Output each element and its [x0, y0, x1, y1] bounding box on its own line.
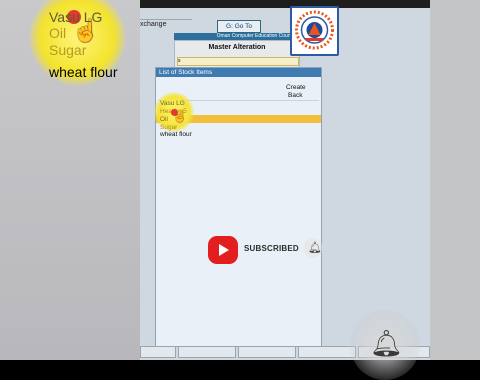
- subscribe-overlay[interactable]: SUBSCRIBED 🔔︎: [208, 233, 326, 267]
- top-bar: [140, 0, 430, 8]
- youtube-play-icon[interactable]: [208, 236, 238, 264]
- bell-glyph: 🔔︎: [308, 242, 322, 254]
- backdrop-line: Sugar: [49, 42, 87, 58]
- master-alteration-panel: Master Alteration s: [174, 40, 300, 70]
- exchange-label[interactable]: xchange: [140, 21, 166, 28]
- back-link[interactable]: Back: [288, 92, 302, 99]
- bell-glyph: 🔔︎: [370, 328, 404, 358]
- list-item[interactable]: wheat flour: [160, 131, 192, 138]
- bottom-tab[interactable]: [140, 346, 176, 358]
- create-link[interactable]: Create: [286, 84, 306, 91]
- tally-app-window: xchange G: Go To Oman Computer Education…: [140, 0, 430, 360]
- bottom-tab[interactable]: [238, 346, 296, 358]
- bottom-tab[interactable]: [298, 346, 356, 358]
- list-item[interactable]: Sugar: [160, 124, 177, 131]
- hand-cursor-icon: ☝: [173, 111, 187, 123]
- divider: [140, 19, 192, 20]
- list-title: List of Stock Items: [156, 68, 321, 77]
- council-logo-icon: [290, 6, 339, 56]
- backdrop-line: Vasu LG: [49, 9, 103, 25]
- left-blurred-backdrop: ☝ Vasu LG Oil Sugar wheat flour: [0, 0, 140, 360]
- backdrop-line: Oil: [49, 25, 67, 41]
- backdrop-line: wheat flour: [49, 64, 118, 80]
- master-search-input[interactable]: s: [177, 57, 299, 66]
- goto-button[interactable]: G: Go To: [217, 20, 261, 33]
- right-blurred-backdrop: [430, 0, 480, 360]
- subscribed-label: SUBSCRIBED: [244, 244, 299, 253]
- stock-items-list-panel: List of Stock Items Create Back Vasu LG …: [154, 67, 323, 347]
- bell-icon: 🔔︎: [350, 310, 420, 380]
- bell-icon[interactable]: 🔔︎: [303, 238, 323, 258]
- play-triangle: [219, 244, 229, 256]
- list-item-selected[interactable]: Oil: [160, 116, 168, 123]
- list-item[interactable]: Vasu LG: [160, 100, 185, 107]
- master-title: Master Alteration: [208, 44, 266, 51]
- bottom-tab[interactable]: [178, 346, 236, 358]
